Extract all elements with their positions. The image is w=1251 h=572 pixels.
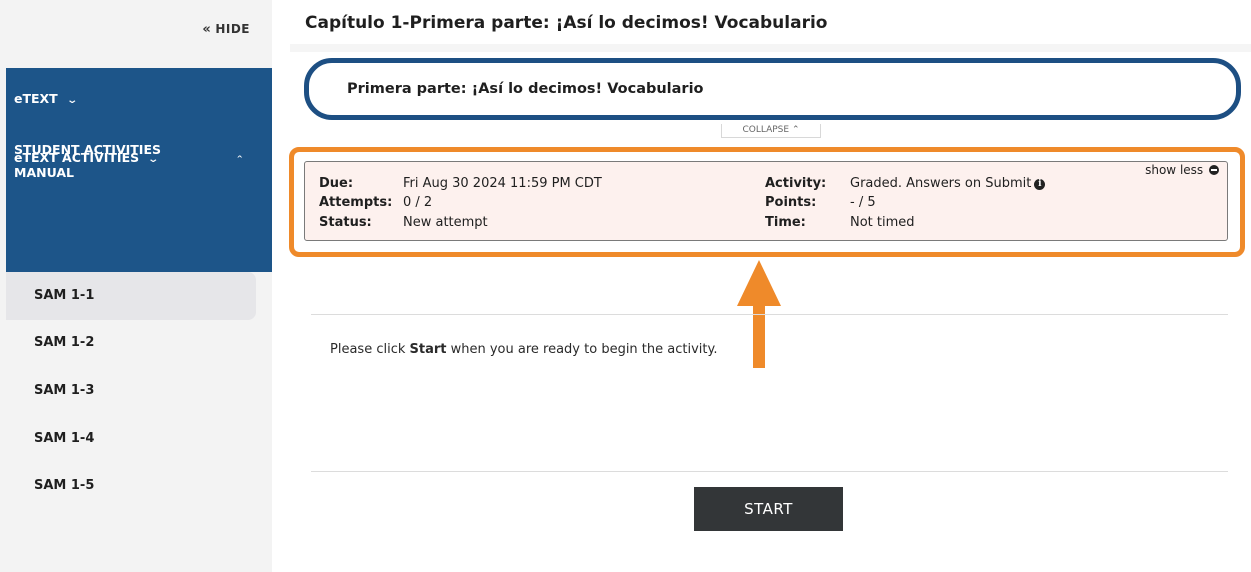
activity-value: Graded. Answers on Submit (850, 176, 1032, 191)
sam-item-5[interactable]: SAM 1-5 (6, 462, 256, 510)
status-label: Status: (319, 215, 372, 230)
info-icon[interactable]: i (1034, 179, 1046, 190)
hide-text: HIDE (215, 22, 250, 36)
show-less-label: show less (1145, 163, 1204, 177)
nav-item-etext[interactable]: eTEXT ⌄ (14, 91, 78, 106)
sam-item-label: SAM 1-3 (34, 383, 95, 398)
sam-item-label: SAM 1-2 (34, 335, 95, 350)
sam-item-4[interactable]: SAM 1-4 (6, 415, 256, 463)
minus-circle-icon (1209, 165, 1219, 175)
instructions-text-post: when you are ready to begin the activity… (446, 342, 718, 357)
start-instructions: Please click Start when you are ready to… (330, 342, 717, 357)
activity-title: Primera parte: ¡Así lo decimos! Vocabula… (347, 81, 704, 97)
time-label: Time: (765, 215, 806, 230)
instructions-text-pre: Please click (330, 342, 410, 357)
collapse-label: COLLAPSE (742, 125, 790, 135)
nav-item-student-activities-manual[interactable]: STUDENT ACTIVITIES MANUAL (14, 138, 214, 184)
show-less-toggle[interactable]: show less (1145, 163, 1219, 177)
attempts-value: 0 / 2 (403, 195, 433, 210)
double-chevron-left-icon: « (202, 22, 212, 37)
due-value: Fri Aug 30 2024 11:59 PM CDT (403, 176, 602, 191)
collapse-button[interactable]: COLLAPSE ⌃ (721, 124, 821, 138)
activity-value-wrap: Graded. Answers on Submit i (850, 176, 1046, 191)
due-label: Due: (319, 176, 354, 191)
time-value: Not timed (850, 215, 915, 230)
instructions-text-bold: Start (409, 342, 447, 357)
nav-item-sam-label-line2: MANUAL (14, 165, 74, 180)
activity-info-panel: show less Due: Fri Aug 30 2024 11:59 PM … (304, 161, 1228, 241)
points-label: Points: (765, 195, 817, 210)
sam-item-label: SAM 1-5 (34, 478, 95, 493)
sam-item-1[interactable]: SAM 1-1 (6, 272, 256, 320)
content-divider-bottom (311, 471, 1228, 472)
nav-item-etext-label: eTEXT (14, 91, 58, 106)
header-divider (290, 44, 1251, 52)
chevron-down-icon: ⌄ (66, 95, 78, 106)
status-value: New attempt (403, 215, 488, 230)
activity-label: Activity: (765, 176, 827, 191)
hide-sidebar-button[interactable]: «HIDE (202, 22, 250, 37)
sam-item-label: SAM 1-1 (34, 288, 95, 303)
sam-item-2[interactable]: SAM 1-2 (6, 319, 256, 367)
nav-item-sam-label-line1: STUDENT ACTIVITIES (14, 142, 162, 157)
points-value: - / 5 (850, 195, 876, 210)
activity-title-card: Primera parte: ¡Así lo decimos! Vocabula… (304, 58, 1241, 120)
sam-item-3[interactable]: SAM 1-3 (6, 367, 256, 415)
start-button[interactable]: START (694, 487, 843, 531)
sidebar: «HIDE eTEXT ⌄ eTEXT ACTIVITIES ⌄ STUDENT A… (0, 0, 272, 572)
chevron-up-icon[interactable]: ˆ (235, 154, 243, 167)
sam-item-label: SAM 1-4 (34, 431, 95, 446)
page-title: Capítulo 1-Primera parte: ¡Así lo decimo… (305, 13, 828, 33)
double-chevron-up-icon: ⌃ (791, 125, 800, 135)
attempts-label: Attempts: (319, 195, 393, 210)
content-divider-top (311, 314, 1228, 315)
